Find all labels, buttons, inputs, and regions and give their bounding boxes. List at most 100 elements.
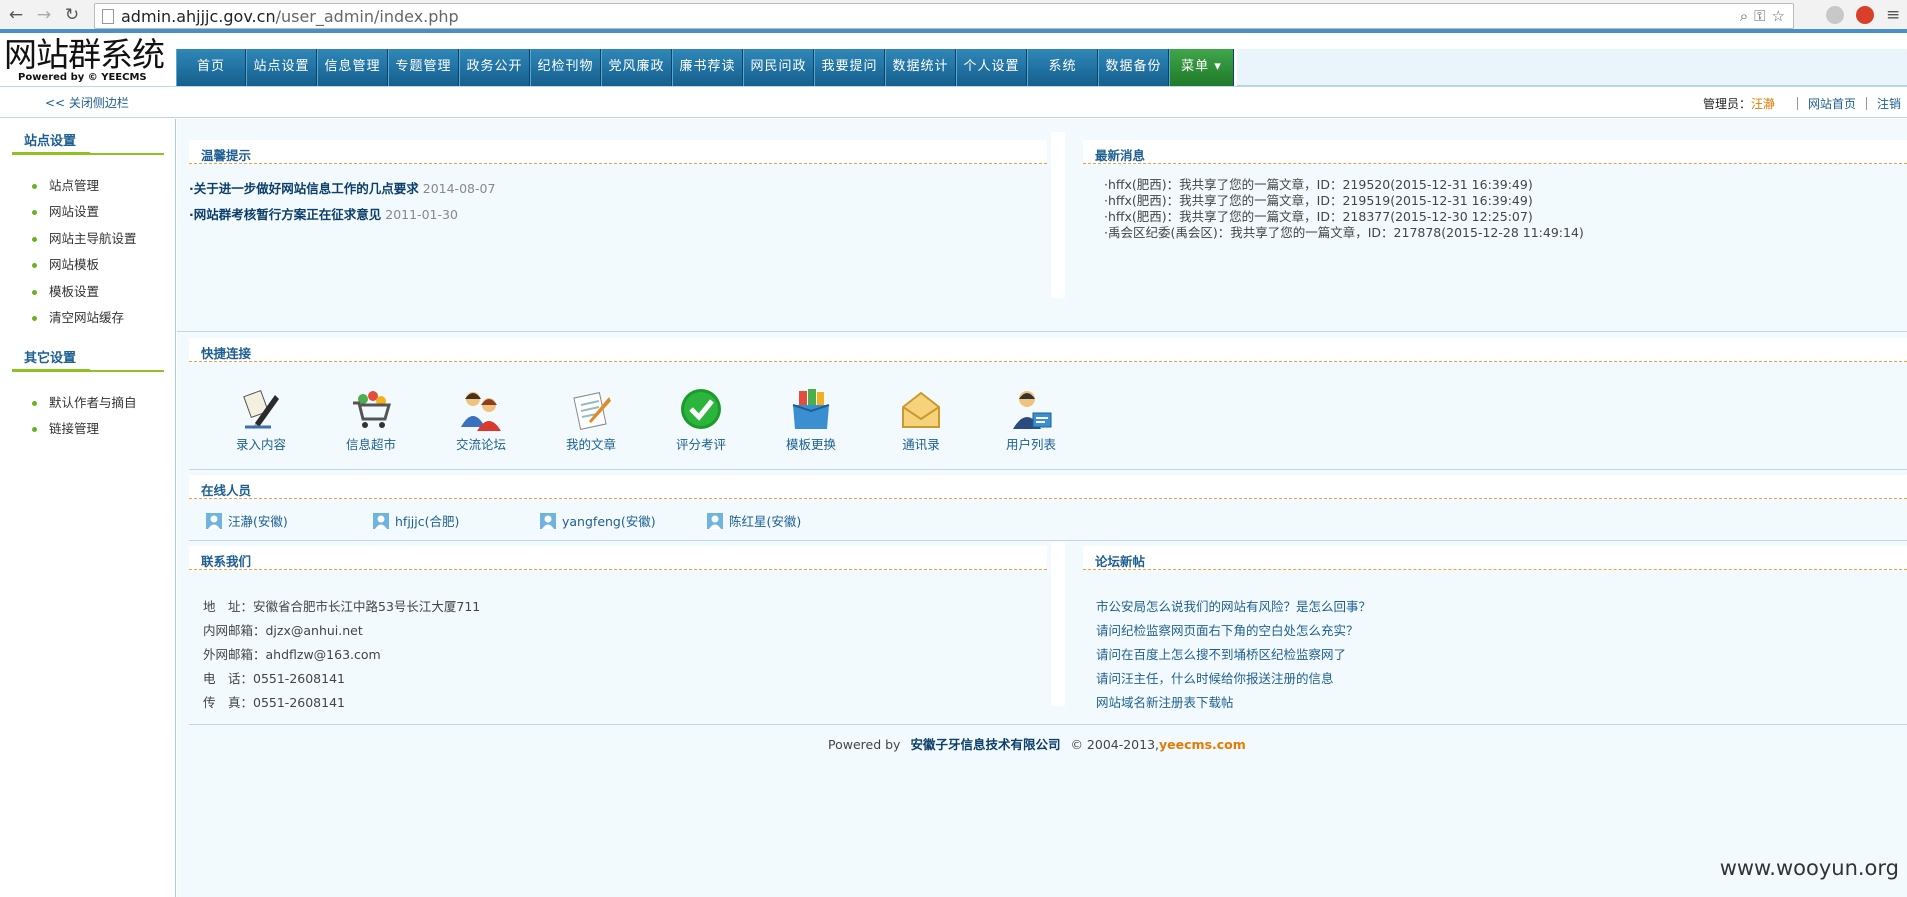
nav-item-info[interactable]: 信息管理 — [317, 49, 388, 86]
envelope-icon — [899, 387, 943, 431]
box-icon — [789, 387, 833, 431]
nav-item-topics[interactable]: 专题管理 — [388, 49, 459, 86]
nav-item-home[interactable]: 首页 — [176, 49, 246, 86]
separator — [1796, 97, 1798, 110]
quick-link-my-articles[interactable]: 我的文章 — [546, 387, 636, 453]
footer: Powered by 安徽子牙信息技术有限公司 © 2004-2013,yeec… — [828, 734, 1246, 753]
doc-icon — [569, 387, 613, 431]
forum-post-link[interactable]: 请问汪主任，什么时候给你报送注册的信息 — [1096, 668, 1334, 687]
menu-icon[interactable]: ≡ — [1886, 6, 1900, 24]
extension-icon[interactable] — [1856, 6, 1874, 24]
tip-item: ·网站群考核暂行方案正在征求意见 2011-01-30 — [189, 204, 458, 223]
quick-panel-header: 快捷连接 — [189, 338, 1907, 362]
contact-email: 外网邮箱：ahdflzw@163.com — [203, 647, 381, 662]
tip-link[interactable]: ·关于进一步做好网站信息工作的几点要求 — [189, 181, 419, 196]
footer-company-link[interactable]: 安徽子牙信息技术有限公司 — [910, 737, 1060, 752]
forum-post-link[interactable]: 市公安局怎么说我们的网站有风险？是怎么回事？ — [1096, 596, 1371, 615]
admin-strip — [0, 86, 1907, 118]
tip-item: ·关于进一步做好网站信息工作的几点要求 2014-08-07 — [189, 178, 495, 197]
tip-date: 2011-01-30 — [385, 207, 458, 222]
browser-toolbar: ← → ↻ admin.ahjjjc.gov.cn/user_admin/ind… — [0, 0, 1907, 33]
key-icon[interactable]: ⚿ — [1754, 7, 1765, 25]
sidebar-item-links[interactable]: 链接管理 — [32, 416, 137, 442]
footer-powered: Powered by — [828, 737, 901, 752]
sidebar-item-template-settings[interactable]: 模板设置 — [32, 279, 137, 305]
sidebar-item-author[interactable]: 默认作者与摘自 — [32, 390, 137, 416]
footer-site-link[interactable]: yeecms.com — [1159, 737, 1246, 752]
quick-link-contacts[interactable]: 通讯录 — [876, 387, 966, 453]
nav-item-journal[interactable]: 纪检刊物 — [530, 49, 601, 86]
forum-post-link[interactable]: 请问纪检监察网页面右下角的空白处怎么充实？ — [1096, 620, 1359, 639]
nav-item-stats[interactable]: 数据统计 — [885, 49, 956, 86]
nav-item-site-settings[interactable]: 站点设置 — [246, 49, 317, 86]
nav-item-backup[interactable]: 数据备份 — [1098, 49, 1169, 86]
logo-title: 网站群系统 — [4, 35, 165, 74]
back-icon[interactable]: ← — [6, 5, 26, 25]
sidebar-item-templates[interactable]: 网站模板 — [32, 252, 137, 278]
quick-link-input[interactable]: 录入内容 — [216, 387, 306, 453]
online-user[interactable]: yangfeng(安徽) — [540, 511, 656, 530]
sidebar-section-title: 站点设置 — [12, 131, 164, 155]
forum-post-link[interactable]: 请问在百度上怎么搜不到埇桥区纪检监察网了 — [1096, 644, 1346, 663]
quick-link-rating[interactable]: 评分考评 — [656, 387, 746, 453]
address-bar[interactable]: admin.ahjjjc.gov.cn/user_admin/index.php… — [94, 3, 1794, 29]
online-user[interactable]: 陈红星(安徽) — [707, 511, 801, 530]
column-gap — [1051, 132, 1065, 298]
zoom-icon[interactable]: ⌕ — [1740, 7, 1748, 25]
nav-item-ask[interactable]: 我要提问 — [814, 49, 885, 86]
quick-link-user-list[interactable]: 用户列表 — [986, 387, 1076, 453]
watermark: www.wooyun.org — [1719, 856, 1899, 880]
forward-icon[interactable]: → — [34, 5, 54, 25]
reload-icon[interactable]: ↻ — [62, 5, 82, 25]
topnav-filler — [1237, 49, 1907, 86]
site-home-link[interactable]: 网站首页 — [1808, 95, 1856, 112]
pen-icon — [239, 387, 283, 431]
logout-link[interactable]: 注销 — [1877, 95, 1901, 112]
sidebar-item-main-nav[interactable]: 网站主导航设置 — [32, 226, 137, 252]
cart-icon — [349, 387, 393, 431]
nav-item-party[interactable]: 党风廉政 — [601, 49, 672, 86]
tip-link[interactable]: ·网站群考核暂行方案正在征求意见 — [189, 207, 381, 222]
quick-link-templates[interactable]: 模板更换 — [766, 387, 856, 453]
contact-address: 地 址：安徽省合肥市长江中路53号长江大厦711 — [203, 599, 481, 614]
userlist-icon — [1009, 387, 1053, 431]
url-text[interactable]: admin.ahjjjc.gov.cn/user_admin/index.php — [121, 7, 459, 26]
online-panel-header: 在线人员 — [189, 475, 1907, 499]
quick-link-market[interactable]: 信息超市 — [326, 387, 416, 453]
sidebar-item-site-settings[interactable]: 网站设置 — [32, 199, 137, 225]
star-icon[interactable]: ☆ — [1772, 7, 1785, 25]
tips-panel-header: 温馨提示 — [189, 140, 1047, 164]
sidebar-item-site-manage[interactable]: 站点管理 — [32, 173, 137, 199]
close-sidebar-link[interactable]: << 关闭侧边栏 — [45, 94, 129, 111]
forum-post-link[interactable]: 网站域名新注册表下载帖 — [1096, 692, 1234, 711]
logo-subtitle: Powered by © YEECMS — [18, 72, 147, 83]
online-user[interactable]: hfjjjc(合肥) — [373, 511, 459, 530]
online-user[interactable]: 汪瀞(安徽) — [206, 511, 288, 530]
nav-item-netizen[interactable]: 网民问政 — [743, 49, 814, 86]
contact-fax: 传 真：0551-2608141 — [203, 695, 345, 710]
admin-name[interactable]: 汪瀞 — [1751, 95, 1775, 112]
sidebar-list: 默认作者与摘自 链接管理 — [32, 390, 137, 443]
nav-item-system[interactable]: 系统 — [1027, 49, 1098, 86]
main-nav: 首页 站点设置 信息管理 专题管理 政务公开 纪检刊物 党风廉政 廉书荐读 网民… — [176, 49, 1234, 86]
footer-copyright: © 2004-2013, — [1070, 737, 1160, 752]
separator — [1865, 97, 1867, 110]
news-item[interactable]: ·禹会区纪委(禹会区)：我共享了您的一篇文章，ID：217878(2015-12… — [1104, 222, 1584, 241]
users-icon — [459, 387, 503, 431]
nav-item-personal[interactable]: 个人设置 — [956, 49, 1027, 86]
logo: 网站群系统 Powered by © YEECMS — [0, 37, 176, 86]
sidebar-item-clear-cache[interactable]: 清空网站缓存 — [32, 305, 137, 331]
admin-label: 管理员： — [1702, 97, 1751, 111]
user-icon — [206, 512, 222, 529]
user-icon — [707, 512, 723, 529]
extension-icon[interactable] — [1826, 6, 1844, 24]
nav-item-menu[interactable]: 菜单 ▾ — [1169, 49, 1234, 86]
quick-link-forum[interactable]: 交流论坛 — [436, 387, 526, 453]
nav-item-books[interactable]: 廉书荐读 — [672, 49, 743, 86]
forum-panel-header: 论坛新帖 — [1083, 546, 1907, 570]
nav-item-gov[interactable]: 政务公开 — [459, 49, 530, 86]
main-content — [177, 119, 1907, 897]
page-icon — [102, 9, 114, 24]
admin-links: 管理员： 汪瀞 网站首页 注销 — [1703, 95, 1907, 112]
check-icon — [679, 387, 723, 431]
